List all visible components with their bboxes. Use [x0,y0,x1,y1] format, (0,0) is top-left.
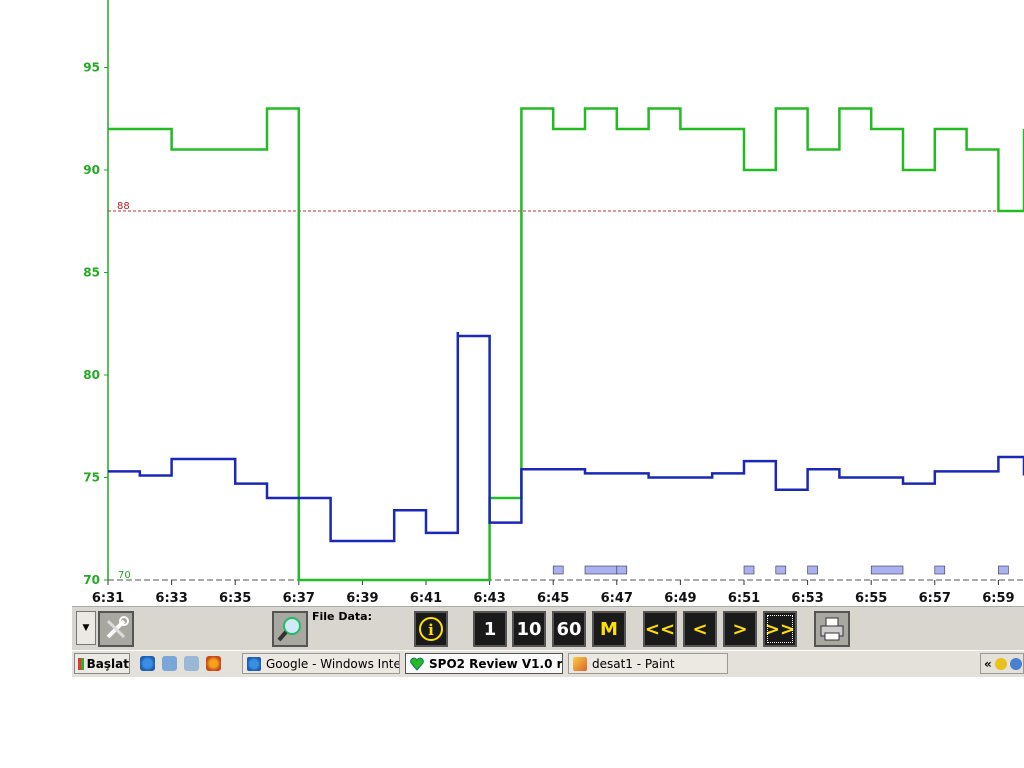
zoom-button[interactable] [272,611,308,647]
event-marker [934,565,946,575]
x-tick-label: 6:51 [728,591,760,606]
task-label: desat1 - Paint [592,656,675,671]
info-icon: i [419,617,443,641]
x-tick-label: 6:35 [219,591,251,606]
zoom-60-button[interactable]: 60 [552,611,586,647]
shield-icon[interactable] [994,657,1007,670]
event-marker [775,565,787,575]
series-line-1 [108,331,1024,543]
x-tick-label: 6:43 [473,591,505,606]
threshold-label: 88 [117,201,130,212]
event-marker [552,565,564,575]
toolbar: ▼ File Data: i 1 10 60 M << < > >> [72,606,1024,651]
task-label: Google - Windows Intern... [266,656,400,671]
baseline-label: 70 [118,570,131,581]
x-tick-label: 6:39 [346,591,378,606]
zoom-10-button[interactable]: 10 [512,611,546,647]
task-label: SPO2 Review V1.0 rel [429,656,563,671]
print-button[interactable] [814,611,850,647]
x-tick-label: 6:55 [855,591,887,606]
task-paint[interactable]: desat1 - Paint [568,653,728,674]
x-axis: 6:31 6:33 6:35 6:37 6:39 6:41 6:43 6:45 6:47 6:49… [92,570,1024,606]
y-axis: 95 90 85 80 75 70 [83,0,109,587]
paint-icon [573,656,587,671]
system-tray: « [980,653,1024,674]
x-tick-label: 6:33 [155,591,187,606]
series-line-0 [108,107,1024,582]
mode-m-button[interactable]: M [592,611,626,647]
task-spo2-review[interactable]: SPO2 Review V1.0 rel [405,653,563,674]
prev-button[interactable]: < [683,611,717,647]
x-tick-label: 6:37 [283,591,315,606]
y-tick-label: 70 [83,573,100,587]
svg-text:i: i [428,621,434,639]
calculator-quicklaunch-icon[interactable] [184,656,199,671]
x-tick-label: 6:47 [601,591,633,606]
dropdown-button[interactable]: ▼ [76,611,96,645]
event-marker [584,565,618,575]
start-label: Başlat [86,656,129,671]
x-tick-label: 6:41 [410,591,442,606]
magnifier-icon [277,617,301,642]
ie-icon [247,656,261,671]
first-button[interactable]: << [643,611,677,647]
event-marker [998,565,1009,575]
y-tick-label: 90 [83,163,100,177]
ie-quicklaunch-icon[interactable] [140,656,155,671]
x-tick-label: 6:45 [537,591,569,606]
heart-icon [410,657,424,671]
event-marker [743,565,755,575]
file-data-label: File Data: [312,610,372,623]
x-tick-label: 6:53 [791,591,823,606]
tray-expand-button[interactable]: « [984,657,992,671]
start-button[interactable]: Başlat [74,653,130,674]
zoom-1-button[interactable]: 1 [473,611,507,647]
event-marker [616,565,628,575]
taskbar: Başlat Google - Windows Intern... SPO2 R… [72,650,1024,677]
x-tick-label: 6:59 [982,591,1014,606]
wrench-screwdriver-icon [106,616,129,639]
last-button[interactable]: >> [763,611,797,647]
printer-icon [820,617,844,641]
y-tick-label: 85 [83,266,100,280]
info-button[interactable]: i [414,611,448,647]
next-button[interactable]: > [723,611,757,647]
settings-button[interactable] [98,611,134,647]
event-marker [870,565,904,575]
task-internet-explorer[interactable]: Google - Windows Intern... [242,653,400,674]
x-tick-label: 6:57 [919,591,951,606]
network-icon[interactable] [1009,657,1022,670]
y-tick-label: 80 [83,368,100,382]
data-series [108,107,1024,582]
firefox-quicklaunch-icon[interactable] [206,656,221,671]
spo2-chart: 95 90 85 80 75 70 6:31 6:33 6:35 6:37 6:39 6:41 6:4… [83,0,1024,606]
x-tick-label: 6:31 [92,591,124,606]
event-marker [807,565,818,575]
y-tick-label: 75 [83,471,100,485]
threshold-line: 88 [108,201,1024,212]
y-tick-label: 95 [83,61,100,75]
windows-flag-icon [78,657,84,670]
x-tick-label: 6:49 [664,591,696,606]
event-markers [552,565,1009,575]
desktop-quicklaunch-icon[interactable] [162,656,177,671]
